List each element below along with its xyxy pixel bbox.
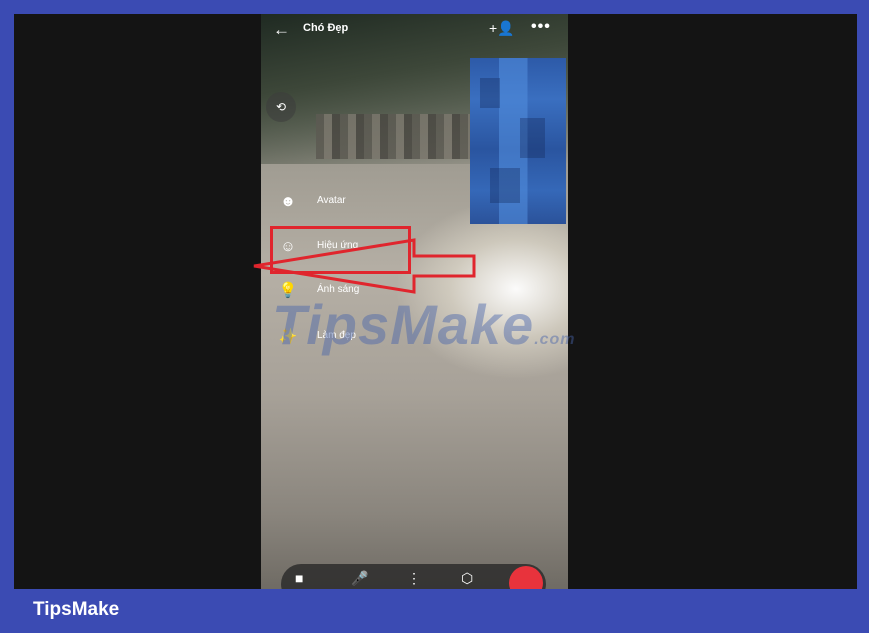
camera-switch-icon[interactable]: ⟲ bbox=[266, 92, 296, 122]
footer-bar: TipsMake bbox=[0, 589, 869, 633]
watermark-suffix: .com bbox=[534, 331, 576, 348]
pixelated-block bbox=[520, 118, 545, 158]
more-options-icon[interactable]: ••• bbox=[531, 18, 551, 36]
microphone-icon[interactable]: 🎤 bbox=[351, 570, 368, 587]
watermark-main: TipsMake bbox=[272, 293, 535, 356]
menu-item-label: Avatar bbox=[317, 195, 346, 206]
call-controls-bar: ■ 🎤 ⋮ ⬡ bbox=[281, 564, 546, 589]
share-screen-icon[interactable]: ⋮ bbox=[407, 570, 421, 587]
video-camera-icon[interactable]: ■ bbox=[295, 570, 303, 586]
add-person-icon[interactable]: +👤 bbox=[489, 20, 515, 37]
self-view-preview[interactable] bbox=[470, 58, 566, 224]
screenshot-frame: ← Chó Đẹp +👤 ••• ⟲ ☻ Avatar ☺ Hiệu ứng 💡… bbox=[14, 14, 857, 589]
pixelated-block bbox=[480, 78, 500, 108]
pixelated-block bbox=[490, 168, 520, 203]
call-top-bar: ← Chó Đẹp +👤 ••• bbox=[261, 14, 568, 54]
menu-item-avatar[interactable]: ☻ Avatar bbox=[277, 189, 457, 217]
gift-icon[interactable]: ⬡ bbox=[461, 570, 473, 587]
pointer-arrow-icon bbox=[253, 238, 476, 294]
footer-brand: TipsMake bbox=[33, 599, 120, 620]
back-arrow-icon[interactable]: ← bbox=[273, 20, 290, 40]
avatar-icon: ☻ bbox=[280, 193, 296, 210]
end-call-icon[interactable] bbox=[509, 566, 543, 589]
arrow-outline bbox=[253, 238, 476, 294]
contact-name: Chó Đẹp bbox=[303, 22, 349, 34]
watermark: TipsMake.com bbox=[272, 292, 576, 357]
camera-feed-pixelated-area bbox=[316, 114, 476, 159]
